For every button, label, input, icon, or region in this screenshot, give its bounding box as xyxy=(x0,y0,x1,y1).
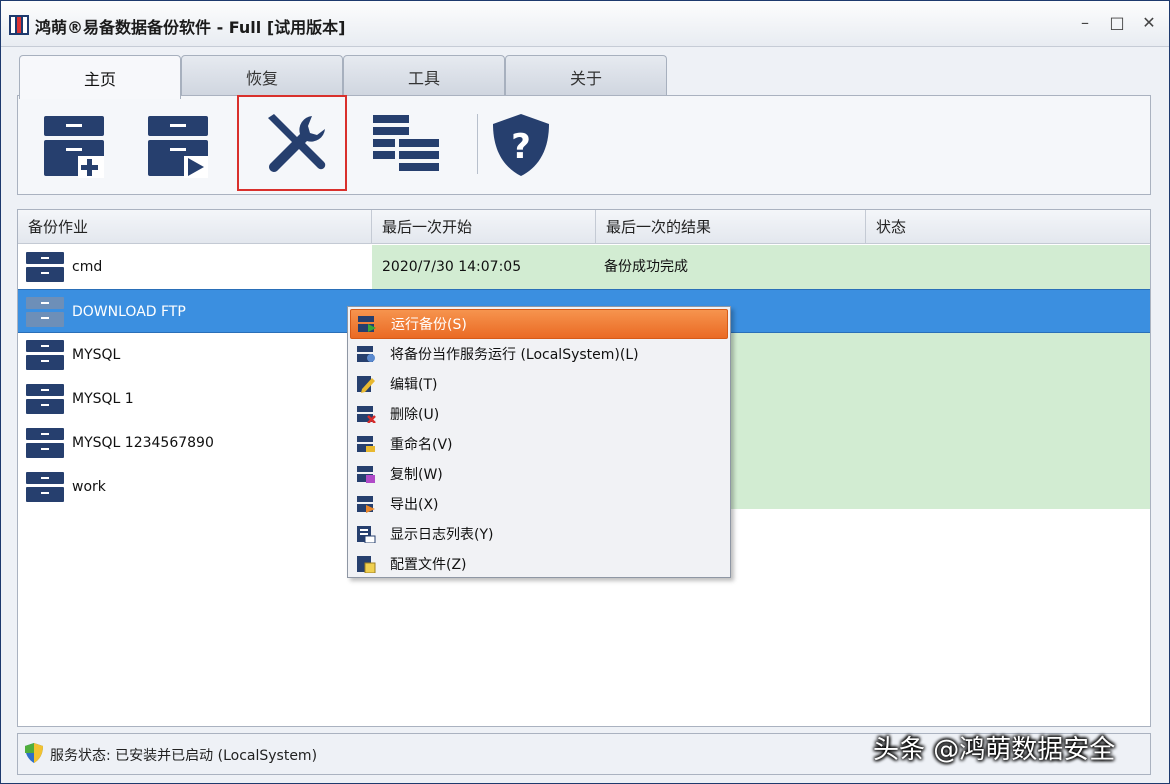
minimize-button[interactable]: – xyxy=(1077,13,1093,32)
copy-icon xyxy=(356,465,376,483)
watermark: 头条 @鸿萌数据安全 xyxy=(873,735,1116,765)
job-name: MYSQL 1234567890 xyxy=(72,435,214,451)
tab-tools[interactable]: 工具 xyxy=(343,55,505,97)
menu-item-label: 显示日志列表(Y) xyxy=(390,527,494,543)
run-backup-button[interactable] xyxy=(140,96,216,194)
menu-item-run-as-service[interactable]: 将备份当作服务运行 (LocalSystem)(L) xyxy=(350,339,728,369)
rename-icon xyxy=(356,435,376,453)
tools-icon xyxy=(268,114,326,172)
backup-job-icon xyxy=(26,428,64,458)
window-title: 鸿萌®易备数据备份软件 - Full [试用版本] xyxy=(35,18,346,37)
log-list-icon xyxy=(373,115,439,171)
backup-job-icon xyxy=(26,252,64,282)
run-backup-icon xyxy=(148,116,208,178)
tab-restore[interactable]: 恢复 xyxy=(181,55,343,97)
shield-status-icon xyxy=(24,742,44,768)
maximize-button[interactable]: □ xyxy=(1109,13,1125,32)
menu-item-show-log[interactable]: 显示日志列表(Y) xyxy=(350,519,728,549)
config-icon xyxy=(356,555,376,574)
menu-item-run-backup[interactable]: 运行备份(S) xyxy=(350,309,728,339)
help-button[interactable]: ? xyxy=(480,96,562,194)
help-shield-icon: ? xyxy=(493,114,549,176)
job-last-start: 2020/7/30 14:07:05 xyxy=(382,259,522,275)
menu-item-label: 编辑(T) xyxy=(390,377,438,393)
menu-item-label: 复制(W) xyxy=(390,467,443,483)
backup-job-icon xyxy=(26,472,64,502)
menu-item-label: 删除(U) xyxy=(390,407,440,423)
menu-item-copy[interactable]: 复制(W) xyxy=(350,459,728,489)
menu-item-label: 运行备份(S) xyxy=(391,317,467,333)
menu-item-export[interactable]: 导出(X) xyxy=(350,489,728,519)
job-name: work xyxy=(72,479,106,495)
ribbon-separator xyxy=(477,114,478,174)
export-icon xyxy=(356,495,376,513)
close-button[interactable]: ✕ xyxy=(1141,13,1157,32)
backup-job-icon xyxy=(26,340,64,370)
column-header-job[interactable]: 备份作业 xyxy=(18,210,372,244)
edit-icon xyxy=(356,375,376,393)
tab-bar: 主页 恢复 工具 关于 xyxy=(19,55,667,99)
tools-button[interactable] xyxy=(244,96,348,194)
backup-job-icon xyxy=(26,297,64,327)
title-bar[interactable]: 鸿萌®易备数据备份软件 - Full [试用版本] – □ ✕ xyxy=(1,1,1169,47)
column-header-last-result[interactable]: 最后一次的结果 xyxy=(596,210,866,244)
menu-item-label: 导出(X) xyxy=(390,497,439,513)
job-name: MYSQL 1 xyxy=(72,391,134,407)
menu-item-delete[interactable]: 删除(U) xyxy=(350,399,728,429)
list-header: 备份作业 最后一次开始 最后一次的结果 状态 xyxy=(18,210,1150,244)
service-status-text: 服务状态: 已安装并已启动 (LocalSystem) xyxy=(50,748,318,764)
tab-about[interactable]: 关于 xyxy=(505,55,667,97)
column-header-last-start[interactable]: 最后一次开始 xyxy=(372,210,596,244)
new-backup-button[interactable] xyxy=(36,96,112,194)
menu-item-edit[interactable]: 编辑(T) xyxy=(350,369,728,399)
run-icon xyxy=(357,315,377,333)
job-name: DOWNLOAD FTP xyxy=(72,304,186,320)
app-logo-icon xyxy=(9,15,29,35)
column-header-status[interactable]: 状态 xyxy=(866,210,1150,244)
context-menu: 运行备份(S) 将备份当作服务运行 (LocalSystem)(L) 编辑(T)… xyxy=(347,306,731,578)
app-window: 鸿萌®易备数据备份软件 - Full [试用版本] – □ ✕ 主页 恢复 工具… xyxy=(0,0,1170,784)
job-name: MYSQL xyxy=(72,347,121,363)
svg-text:?: ? xyxy=(511,127,531,167)
menu-item-config-file[interactable]: 配置文件(Z) xyxy=(350,549,728,579)
backup-job-icon xyxy=(26,384,64,414)
new-backup-icon xyxy=(44,116,104,178)
ribbon-toolbar: ? xyxy=(17,95,1151,195)
tab-home[interactable]: 主页 xyxy=(19,55,181,99)
job-name: cmd xyxy=(72,259,103,275)
table-row[interactable]: cmd 2020/7/30 14:07:05 备份成功完成 xyxy=(18,245,1150,289)
menu-item-label: 重命名(V) xyxy=(390,437,453,453)
menu-item-label: 配置文件(Z) xyxy=(390,557,467,573)
delete-icon xyxy=(356,405,376,424)
service-icon xyxy=(356,345,376,363)
menu-item-label: 将备份当作服务运行 (LocalSystem)(L) xyxy=(390,347,639,363)
log-list-button[interactable] xyxy=(358,96,454,194)
log-icon xyxy=(356,525,376,544)
menu-item-rename[interactable]: 重命名(V) xyxy=(350,429,728,459)
job-last-result: 备份成功完成 xyxy=(604,259,688,275)
